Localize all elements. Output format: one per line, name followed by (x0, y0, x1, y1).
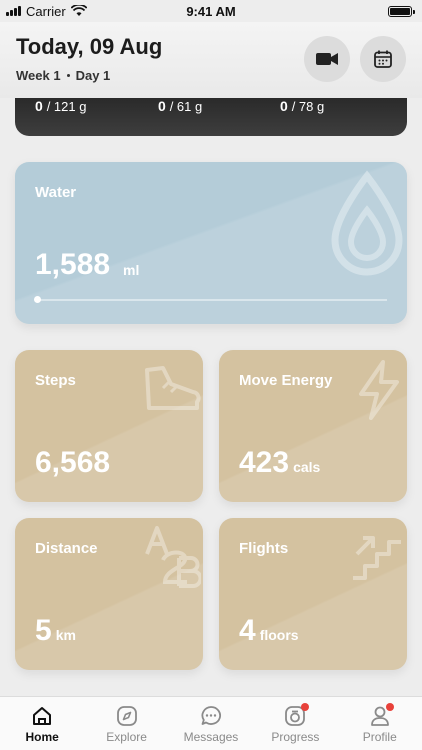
lightning-icon (359, 360, 399, 420)
status-bar: Carrier 9:41 AM (0, 0, 422, 22)
home-icon (33, 707, 52, 725)
move-energy-value: 423 cals (239, 446, 320, 480)
flights-title: Flights (239, 540, 289, 557)
stairs-icon (353, 536, 401, 580)
wifi-icon (70, 5, 87, 16)
compass-icon (116, 706, 137, 726)
flights-value: 4 floors (239, 614, 299, 648)
water-card[interactable]: Water 1,588 ml (15, 162, 407, 324)
tab-home[interactable]: Home (0, 697, 84, 750)
page-title: Today, 09 Aug (16, 34, 163, 59)
tab-profile-label: Profile (362, 730, 397, 744)
nutrition-item-3: 0 / 78 g (280, 98, 324, 114)
nutrition-total: / 121 g (46, 99, 87, 114)
nutrition-total: / 61 g (169, 99, 203, 114)
nutrition-value: 0 (35, 98, 43, 114)
tab-bar: Home Explore Messages Progress Profile (0, 696, 422, 750)
move-energy-card[interactable]: Move Energy 423 cals (219, 350, 407, 502)
flights-unit: floors (259, 627, 299, 643)
tab-messages-label: Messages (183, 730, 239, 744)
day-label: Day 1 (75, 68, 111, 83)
nutrition-total: / 78 g (291, 99, 325, 114)
a-to-b-icon (145, 526, 201, 588)
distance-card[interactable]: Distance 5 km (15, 518, 203, 670)
profile-badge (385, 703, 394, 711)
nutrition-card[interactable]: 0 / 121 g 0 / 61 g 0 / 78 g (15, 98, 407, 136)
water-progress-knob[interactable] (34, 296, 41, 303)
steps-card[interactable]: Steps 6,568 (15, 350, 203, 502)
signal-icon (6, 6, 21, 16)
tab-progress[interactable]: Progress (253, 697, 337, 750)
distance-title: Distance (35, 540, 98, 557)
shoe-icon (145, 366, 201, 410)
steps-value: 6,568 (35, 446, 111, 479)
move-energy-number: 423 (239, 446, 290, 479)
calendar-icon (374, 50, 392, 68)
tab-explore[interactable]: Explore (85, 697, 169, 750)
status-left: Carrier (6, 4, 87, 19)
water-value: 1,588 (35, 248, 111, 281)
carrier-label: Carrier (26, 3, 66, 19)
flights-number: 4 (239, 614, 256, 647)
steps-title: Steps (35, 372, 76, 389)
water-unit: ml (123, 262, 140, 278)
flights-card[interactable]: Flights 4 floors (219, 518, 407, 670)
chat-icon (201, 706, 221, 725)
nutrition-item-2: 0 / 61 g (158, 98, 202, 114)
tab-messages[interactable]: Messages (169, 697, 253, 750)
water-drop-icon (331, 170, 403, 276)
header: Today, 09 Aug Week 1 Day 1 (0, 22, 422, 98)
distance-value: 5 km (35, 614, 76, 648)
calendar-button[interactable] (360, 36, 406, 82)
battery-icon (388, 5, 415, 17)
week-day-label: Week 1 Day 1 (16, 68, 110, 83)
tab-explore-label: Explore (106, 730, 147, 744)
nutrition-value: 0 (280, 98, 288, 114)
distance-unit: km (55, 627, 76, 643)
tab-profile[interactable]: Profile (338, 697, 422, 750)
distance-number: 5 (35, 614, 52, 647)
video-button[interactable] (304, 36, 350, 82)
water-progress-track (37, 299, 387, 301)
tab-home-label: Home (25, 730, 59, 744)
nutrition-item-1: 0 / 121 g (35, 98, 86, 114)
nutrition-value: 0 (158, 98, 166, 114)
move-energy-title: Move Energy (239, 372, 333, 389)
move-energy-unit: cals (293, 459, 321, 475)
water-title: Water (35, 184, 77, 201)
week-label: Week 1 (16, 68, 61, 83)
separator-dot (66, 74, 70, 77)
progress-badge (301, 703, 310, 711)
video-camera-icon (316, 53, 338, 65)
tab-progress-label: Progress (271, 730, 320, 744)
